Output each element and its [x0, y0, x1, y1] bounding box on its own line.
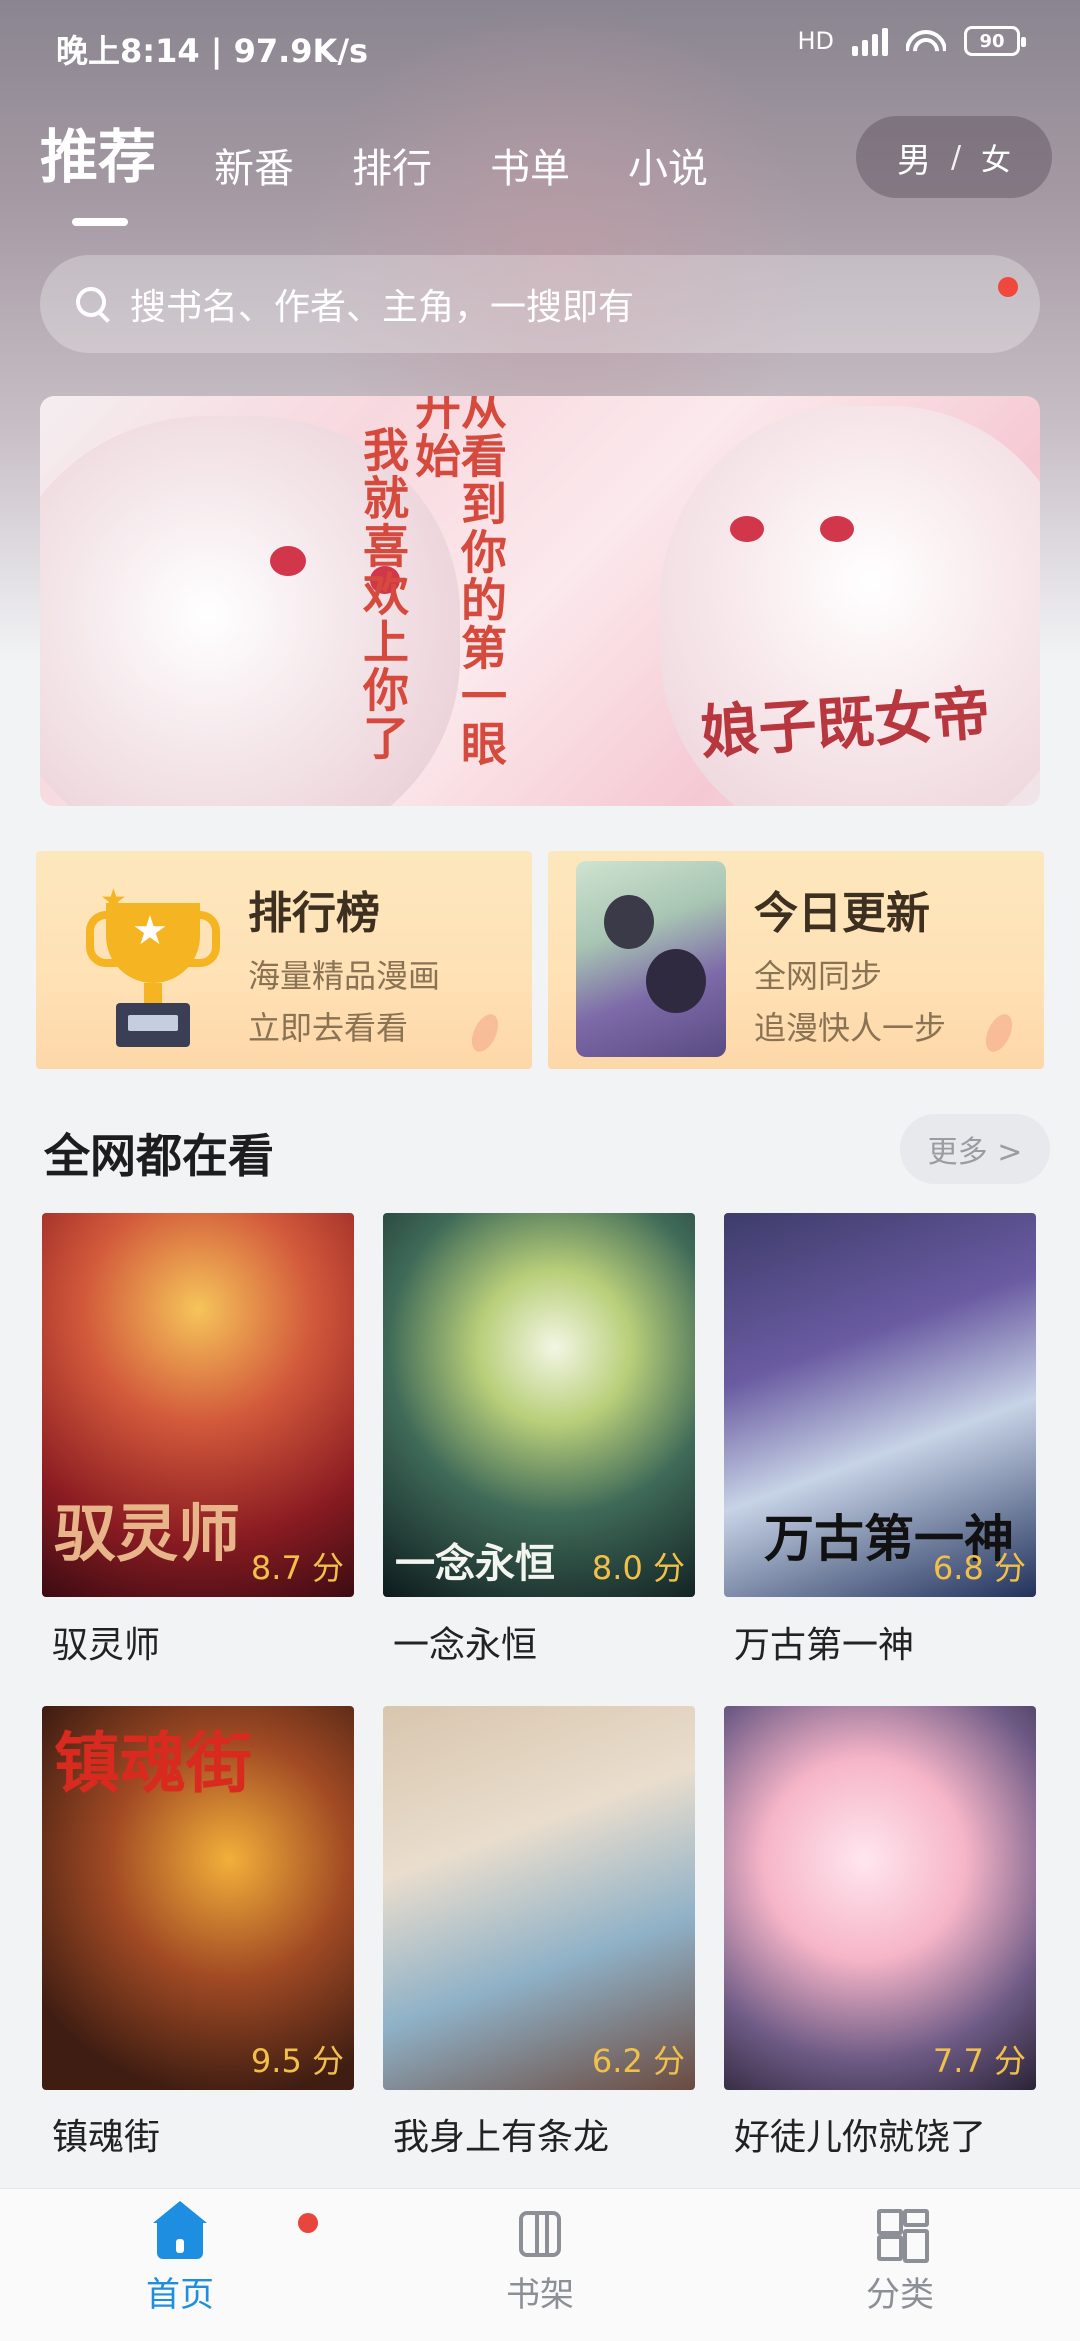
search-icon [76, 287, 110, 321]
comic-name[interactable]: 好徒儿你就饶了 [734, 2108, 986, 2160]
section-title: 全网都在看 [44, 1129, 274, 1183]
trophy-icon: ★ [86, 903, 220, 1053]
comic-score: 8.7 分 [250, 1549, 344, 1587]
ranking-card-line2: 立即去看看 [248, 1009, 409, 1047]
update-thumbnail [576, 861, 726, 1057]
network-type: HD [797, 27, 834, 55]
bottom-navigation: 首页 书架 分类 [0, 2188, 1080, 2341]
nav-home-label: 首页 [146, 2275, 214, 2315]
grid-icon [877, 2209, 929, 2263]
update-card-line2: 追漫快人一步 [754, 1009, 947, 1047]
active-tab-indicator [72, 218, 128, 226]
ranking-card-line1: 海量精品漫画 [248, 957, 441, 995]
banner-eye [270, 546, 306, 576]
cover-title-art: 驭灵师 [54, 1497, 241, 1570]
notification-dot [998, 277, 1018, 297]
comic-name[interactable]: 我身上有条龙 [393, 2108, 609, 2160]
more-button[interactable]: 更多 > [900, 1114, 1050, 1184]
comic-cover[interactable]: 驭灵师 8.7 分 [42, 1213, 354, 1597]
status-time: 晚上8:14 | 97.9K/s [56, 32, 369, 70]
comic-name[interactable]: 万古第一神 [734, 1616, 914, 1668]
ranking-card[interactable]: ★ ★ 排行榜 海量精品漫画 立即去看看 [36, 851, 532, 1069]
comic-name[interactable]: 一念永恒 [393, 1616, 537, 1668]
top-tabs: 推荐 新番 排行 书单 小说 [40, 110, 766, 226]
banner-text-col2: 从看到你的第一眼开始 [408, 396, 508, 768]
search-bar[interactable]: 搜书名、作者、主角，一搜即有 [40, 255, 1040, 353]
today-update-card[interactable]: 今日更新 全网同步 追漫快人一步 [548, 851, 1044, 1069]
update-card-title: 今日更新 [754, 888, 930, 939]
banner-eye [820, 516, 854, 542]
comic-score: 7.7 分 [932, 2042, 1026, 2080]
comic-name[interactable]: 镇魂街 [52, 2108, 160, 2160]
gender-separator: / [950, 139, 962, 175]
comic-score: 6.8 分 [932, 1549, 1026, 1587]
comic-cover[interactable]: 万古第一神 6.8 分 [724, 1213, 1036, 1597]
comic-score: 8.0 分 [591, 1549, 685, 1587]
tab-recommend[interactable]: 推荐 [40, 110, 156, 226]
search-placeholder: 搜书名、作者、主角，一搜即有 [130, 287, 635, 328]
flame-decoration [980, 1010, 1018, 1056]
nav-bookshelf[interactable]: 书架 [440, 2209, 640, 2316]
banner-eye [730, 516, 764, 542]
tab-ranking[interactable]: 排行 [352, 136, 432, 194]
cover-title-art: 一念永恒 [395, 1540, 555, 1587]
ranking-card-title: 排行榜 [248, 888, 380, 939]
flame-decoration [466, 1010, 504, 1056]
tab-novel[interactable]: 小说 [628, 136, 708, 194]
tab-booklist[interactable]: 书单 [490, 136, 570, 194]
nav-category[interactable]: 分类 [800, 2209, 1000, 2316]
notification-dot [298, 2213, 318, 2233]
bookshelf-icon [519, 2211, 561, 2257]
comic-score: 9.5 分 [250, 2042, 344, 2080]
status-bar: 晚上8:14 | 97.9K/s HD 90 [0, 0, 1080, 96]
comic-cover[interactable]: 7.7 分 [724, 1706, 1036, 2090]
home-icon [153, 2201, 207, 2259]
comic-score: 6.2 分 [591, 2042, 685, 2080]
battery-icon: 90 [964, 26, 1026, 56]
nav-home[interactable]: 首页 [80, 2201, 280, 2316]
nav-category-label: 分类 [866, 2275, 934, 2315]
nav-bookshelf-label: 书架 [506, 2275, 574, 2315]
cover-title-art: 镇魂街 [54, 1724, 252, 1802]
comic-cover[interactable]: 6.2 分 [383, 1706, 695, 2090]
comic-cover[interactable]: 镇魂街 9.5 分 [42, 1706, 354, 2090]
comic-name[interactable]: 驭灵师 [52, 1616, 160, 1668]
comic-cover[interactable]: 一念永恒 8.0 分 [383, 1213, 695, 1597]
signal-icon [852, 26, 888, 56]
gender-male[interactable]: 男 [897, 133, 931, 182]
update-card-line1: 全网同步 [754, 957, 883, 995]
tab-new[interactable]: 新番 [214, 136, 294, 194]
status-icons: HD 90 [797, 26, 1026, 56]
wifi-icon [906, 26, 946, 56]
promo-banner[interactable]: 我就喜欢上你了 从看到你的第一眼开始 娘子既女帝 [40, 396, 1040, 806]
banner-text-col1: 我就喜欢上你了 [356, 426, 410, 762]
gender-toggle[interactable]: 男 / 女 [856, 116, 1052, 198]
gender-female[interactable]: 女 [981, 135, 1011, 179]
